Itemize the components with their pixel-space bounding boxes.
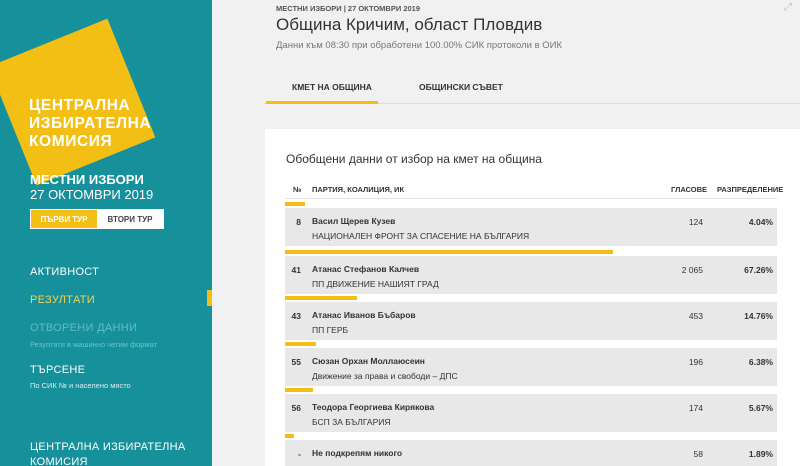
votes-count: 174 [688,403,703,413]
election-date: 27 ОКТОМВРИ 2019 [30,187,154,202]
header-num: № [293,185,302,194]
table-row[interactable]: - Не подкрепям никого 58 1.89% [285,440,777,466]
share-bar [285,250,613,254]
candidate-name: Теодора Георгиева Кирякова [312,402,435,412]
share-percent: 5.67% [748,403,773,413]
share-percent: 67.26% [744,265,773,275]
share-bar [285,388,313,392]
logo-line-3: КОМИСИЯ [29,133,113,150]
row-number: 8 [296,217,301,227]
share-percent: 4.04% [748,217,773,227]
election-title: МЕСТНИ ИЗБОРИ [30,172,144,187]
logo-line-2: ИЗБИРАТЕЛНА [29,115,152,132]
party-name: Движение за права и свободи – ДПС [312,371,458,381]
row-number: 55 [291,357,301,367]
table-row[interactable]: 56 Теодора Георгиева Кирякова БСП ЗА БЪЛГА… [285,394,777,432]
share-bar [285,434,294,438]
votes-count: 124 [688,217,703,227]
share-bar [285,296,357,300]
results-title: Обобщени данни от избор на кмет на общин… [286,152,542,166]
row-number: 43 [291,311,301,321]
nav-search-sub: По СИК № и населено място [30,381,131,390]
share-bar [285,342,316,346]
breadcrumb: МЕСТНИ ИЗБОРИ | 27 ОКТОМВРИ 2019 [276,4,421,13]
table-row[interactable]: 41 Атанас Стефанов Калчев ПП ДВИЖЕНИЕ НАШИ… [285,256,777,294]
table-row[interactable]: 55 Сюзан Орхан Моллаюсеин Движение за прав… [285,348,777,386]
header-votes: ГЛАСОВЕ [671,185,708,194]
candidate-name: Атанас Стефанов Калчев [312,264,420,274]
votes-count: 58 [693,449,703,459]
second-round-button[interactable]: ВТОРИ ТУР [97,210,163,228]
round-toggle: ПЪРВИ ТУР ВТОРИ ТУР [30,209,164,229]
share-percent: 6.38% [748,357,773,367]
nav-results[interactable]: РЕЗУЛТАТИ [30,294,95,306]
party-name: НАЦИОНАЛЕН ФРОНТ ЗА СПАСЕНИЕ НА БЪЛГАРИЯ [312,231,530,241]
candidate-name: Не подкрепям никого [312,448,403,458]
nav-open-data-sub: Резултати в машинно четим формат [30,340,158,349]
header-party: ПАРТИЯ, КОАЛИЦИЯ, ИК [312,185,405,194]
share-percent: 1.89% [748,449,773,459]
votes-count: 196 [688,357,703,367]
row-number: 56 [291,403,301,413]
candidate-name: Атанас Иванов Бъбаров [312,310,416,320]
tab-municipal-council[interactable]: ОБЩИНСКИ СЪВЕТ [419,82,503,92]
row-number: 41 [291,265,301,275]
page-subtitle: Данни към 08:30 при обработени 100.00% С… [276,40,563,51]
candidate-name: Сюзан Орхан Моллаюсеин [312,356,425,366]
nav-cik[interactable]: ЦЕНТРАЛНА ИЗБИРАТЕЛНА [30,441,185,453]
page-title: Община Кричим, област Пловдив [276,15,543,34]
share-percent: 14.76% [744,311,773,321]
tabs: КМЕТ НА ОБЩИНА ОБЩИНСКИ СЪВЕТ [264,70,800,104]
expand-icon[interactable]: ⤢ [784,2,792,13]
nav-cik-line2[interactable]: КОМИСИЯ [30,456,88,466]
party-name: ПП ДВИЖЕНИЕ НАШИЯТ ГРАД [312,279,439,289]
main-content: МЕСТНИ ИЗБОРИ | 27 ОКТОМВРИ 2019 ⤢ Общин… [212,0,800,466]
nav-open-data[interactable]: ОТВОРЕНИ ДАННИ [30,322,137,334]
active-tab-underline [266,101,378,104]
table-row[interactable]: 43 Атанас Иванов Бъбаров ПП ГЕРБ 453 14.76% [285,302,777,340]
results-card: Обобщени данни от избор на кмет на общин… [265,129,800,466]
cik-logo-text: ЦЕНТРАЛНА ИЗБИРАТЕЛНА КОМИСИЯ [29,97,151,151]
candidate-name: Васил Щерев Кузев [312,216,396,226]
sidebar: ЦЕНТРАЛНА ИЗБИРАТЕЛНА КОМИСИЯ МЕСТНИ ИЗБ… [0,0,212,466]
party-name: БСП ЗА БЪЛГАРИЯ [312,417,391,427]
party-name: ПП ГЕРБ [312,325,349,335]
logo-line-1: ЦЕНТРАЛНА [29,97,131,114]
row-number: - [298,449,301,459]
tab-mayor[interactable]: КМЕТ НА ОБЩИНА [292,82,372,92]
first-round-button[interactable]: ПЪРВИ ТУР [31,210,97,228]
nav-search[interactable]: ТЪРСЕНЕ [30,364,85,376]
share-bar [285,202,305,206]
table-row[interactable]: 8 Васил Щерев Кузев НАЦИОНАЛЕН ФРОНТ ЗА СП… [285,208,777,246]
votes-count: 453 [688,311,703,321]
header-divider [285,198,777,199]
header-share: РАЗПРЕДЕЛЕНИЕ [717,185,784,194]
votes-count: 2 065 [681,265,703,275]
nav-activity[interactable]: АКТИВНОСТ [30,266,99,278]
